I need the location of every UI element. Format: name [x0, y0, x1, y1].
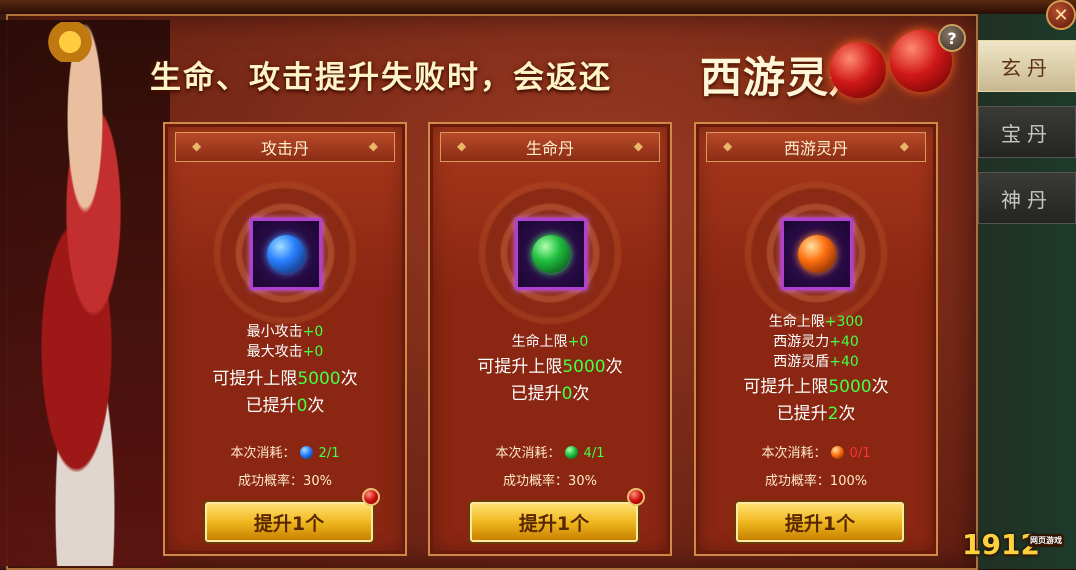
tab-baodan[interactable]: 宝丹	[978, 106, 1076, 158]
banner: 生命、攻击提升失败时，会返还 西游灵丹	[150, 44, 890, 102]
item-slot[interactable]	[515, 218, 587, 290]
item-slot[interactable]	[781, 218, 853, 290]
ornament-icon: ◆	[899, 139, 909, 153]
site-logo: 1912 网页游戏	[962, 528, 1064, 561]
pill-card-attack: ◆ 攻击丹 ◆ 最小攻击+0 最大攻击+0 可提升上限5000次 已提升0次 本…	[163, 122, 407, 556]
elixir-ball	[830, 42, 886, 98]
upgrade-button[interactable]: 提升1个	[736, 502, 904, 542]
stat-line: 生命上限+0	[511, 334, 589, 350]
card-title: 生命丹	[525, 139, 574, 158]
stats-block: 生命上限+300 西游灵力+40 西游灵盾+40 可提升上限5000次 已提升2…	[696, 312, 936, 428]
ornament-icon: ◆	[633, 139, 643, 153]
upgrade-button[interactable]: 提升1个	[470, 502, 638, 542]
card-title: 西游灵丹	[783, 139, 848, 158]
rate-line: 成功概率：100%	[764, 474, 868, 489]
notification-dot-icon	[627, 488, 645, 506]
upgrade-button[interactable]: 提升1个	[205, 502, 373, 542]
done-line: 已提升0次	[245, 396, 325, 416]
stat-line: 西游灵力+40	[773, 334, 859, 350]
stat-line: 西游灵盾+40	[773, 354, 859, 370]
close-button[interactable]: ✕	[1046, 0, 1076, 30]
logo-badge: 网页游戏	[1028, 534, 1064, 547]
cost-line: 本次消耗： 4/1	[495, 446, 605, 461]
xiyou-pill-small-icon	[830, 446, 844, 459]
card-title-bar: ◆ 西游灵丹 ◆	[706, 132, 926, 162]
xiyou-pill-icon	[798, 235, 836, 273]
stats-block: 最小攻击+0 最大攻击+0 可提升上限5000次 已提升0次	[165, 322, 405, 420]
ornament-icon: ◆	[723, 139, 733, 153]
tab-shendan[interactable]: 神丹	[978, 172, 1076, 224]
card-title-bar: ◆ 生命丹 ◆	[440, 132, 660, 162]
rate-line: 成功概率：30%	[503, 474, 597, 489]
notification-dot-icon	[362, 488, 380, 506]
tab-xuandan[interactable]: 玄丹	[978, 40, 1076, 92]
heroine-portrait	[0, 20, 170, 566]
ornament-icon: ◆	[192, 139, 202, 153]
done-line: 已提升2次	[776, 404, 856, 424]
limit-line: 可提升上限5000次	[477, 357, 623, 377]
life-pill-small-icon	[564, 446, 578, 459]
done-line: 已提升0次	[510, 384, 590, 404]
pill-card-xiyou: ◆ 西游灵丹 ◆ 生命上限+300 西游灵力+40 西游灵盾+40 可提升上限5…	[694, 122, 938, 556]
ornament-icon: ◆	[457, 139, 467, 153]
cost-line: 本次消耗： 0/1	[761, 446, 871, 461]
stats-block: 生命上限+0 可提升上限5000次 已提升0次	[430, 332, 670, 408]
attack-pill-icon	[267, 235, 305, 273]
side-tabs: 玄丹 宝丹 神丹	[978, 40, 1076, 238]
banner-text: 生命、攻击提升失败时，会返还	[150, 60, 612, 96]
card-title: 攻击丹	[260, 139, 309, 158]
attack-pill-small-icon	[299, 446, 313, 459]
stat-line: 最小攻击+0	[246, 324, 324, 340]
life-pill-icon	[532, 235, 570, 273]
stat-line: 生命上限+300	[768, 314, 864, 330]
item-slot[interactable]	[250, 218, 322, 290]
pill-card-life: ◆ 生命丹 ◆ 生命上限+0 可提升上限5000次 已提升0次 本次消耗： 4/1…	[428, 122, 672, 556]
limit-line: 可提升上限5000次	[743, 377, 889, 397]
card-title-bar: ◆ 攻击丹 ◆	[175, 132, 395, 162]
stat-line: 最大攻击+0	[246, 344, 324, 360]
cost-line: 本次消耗： 2/1	[230, 446, 340, 461]
rate-line: 成功概率：30%	[238, 474, 332, 489]
ornament-icon: ◆	[368, 139, 378, 153]
top-strip	[0, 0, 1076, 14]
help-button[interactable]: ?	[938, 24, 966, 52]
limit-line: 可提升上限5000次	[212, 369, 358, 389]
heroine-crown	[40, 22, 100, 62]
